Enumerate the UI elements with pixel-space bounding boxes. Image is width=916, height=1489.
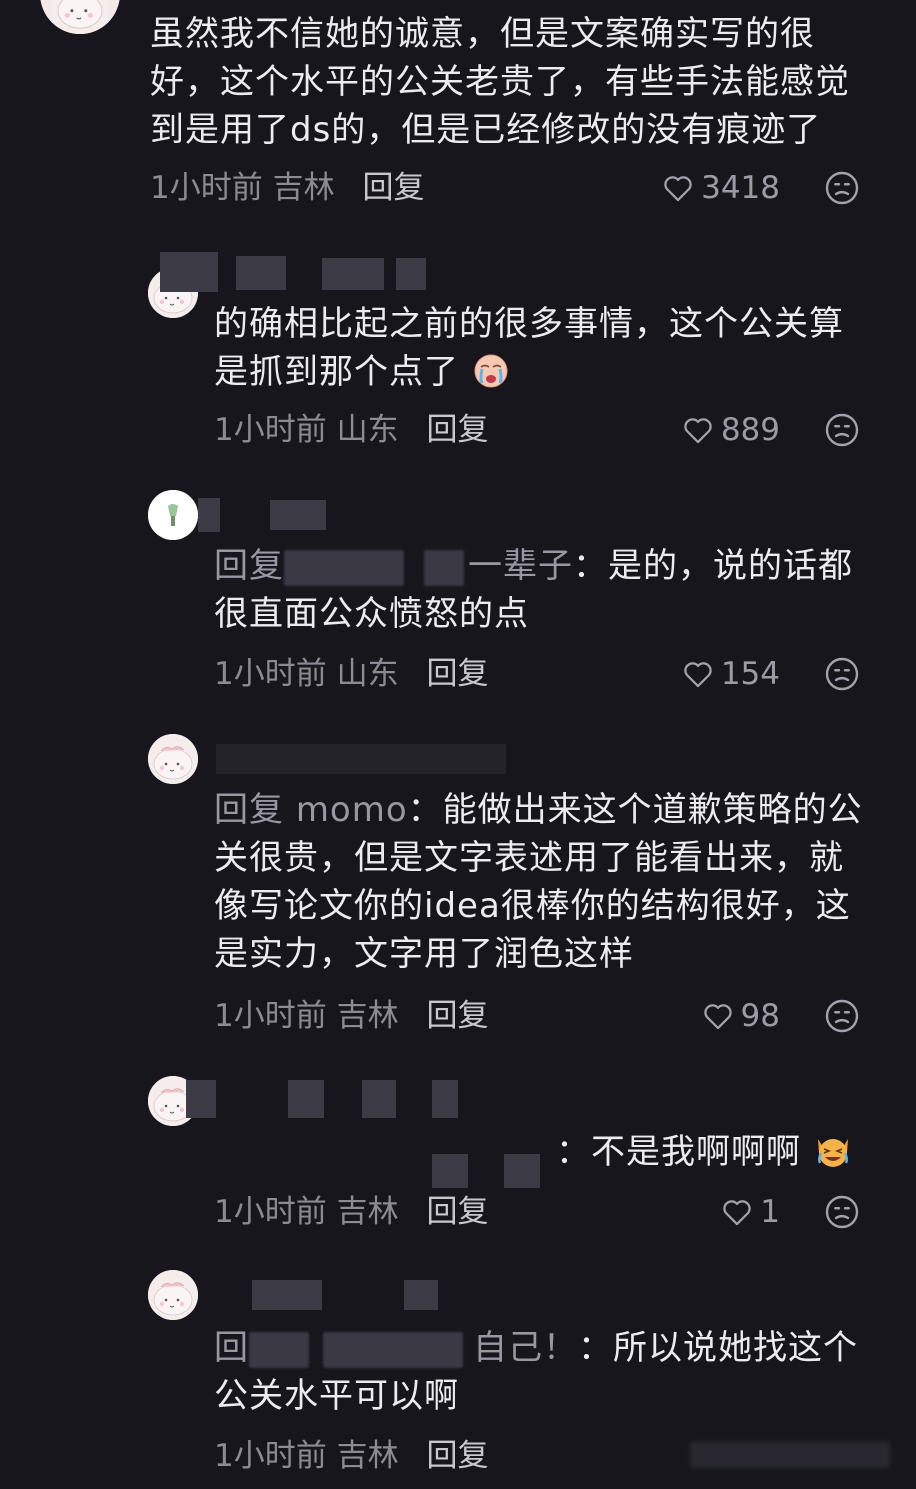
like-button[interactable]: 3418 (661, 166, 780, 210)
comment-time: 1小时前 (150, 170, 263, 206)
reply-button[interactable]: 回复 (426, 1438, 488, 1474)
like-count: 1 (760, 1194, 780, 1230)
username-blur (288, 1080, 324, 1118)
comment-location: 吉林 (272, 170, 335, 206)
dislike-face-icon[interactable] (824, 656, 860, 692)
reply-button[interactable]: 回复 (426, 412, 488, 448)
avatar-icon[interactable] (148, 490, 198, 540)
reply-target-name[interactable]: 一辈子 (468, 546, 573, 586)
comment-meta: 1小时前 山东 回复 (214, 652, 488, 696)
dislike-face-icon[interactable] (824, 412, 860, 448)
comment-meta: 1小时前 山东 回复 (214, 408, 488, 452)
heart-icon (661, 171, 695, 205)
comment-meta: 1小时前 吉林 回复 (214, 1434, 488, 1478)
comment-location: 山东 (336, 656, 399, 692)
username-blur (198, 498, 220, 532)
comment-time: 1小时前 (214, 998, 327, 1034)
comment-text: 回复 一辈子：是的，说的话都很直面公众愤怒的点 (214, 546, 853, 634)
like-button[interactable]: 154 (681, 652, 780, 696)
heart-icon (701, 999, 735, 1033)
comment-text: 的确相比起之前的很多事情，这个公关算是抓到那个点了 (214, 304, 844, 392)
watermark-blur (690, 1442, 890, 1468)
username-blur (270, 500, 326, 530)
heart-icon (681, 413, 715, 447)
like-count: 3418 (701, 170, 780, 206)
username-blur (186, 1080, 216, 1118)
like-button[interactable]: 889 (681, 408, 780, 452)
username-blur (160, 252, 218, 292)
comment-text: ：不是我啊啊啊 (556, 1128, 886, 1176)
username-blur (432, 1080, 458, 1118)
reply-button[interactable]: 回复 (426, 998, 488, 1034)
reply-target-name[interactable]: momo (296, 790, 408, 830)
username-blur (236, 256, 286, 290)
comment-meta: 1小时前 吉林 回复 (150, 166, 424, 210)
reply-target-blur (284, 549, 404, 586)
comment-text: 虽然我不信她的诚意，但是文案确实写的很好，这个水平的公关老贵了，有些手法能感觉到… (150, 14, 850, 150)
like-count: 98 (740, 998, 780, 1034)
dislike-face-icon[interactable] (824, 998, 860, 1034)
like-button[interactable]: 1 (720, 1190, 780, 1234)
reply-target-name[interactable]: 自己！ (473, 1328, 578, 1368)
comment-time: 1小时前 (214, 1194, 327, 1230)
username-blur (396, 258, 426, 290)
comment-text: 回复 momo：能做出来这个道歉策略的公关很贵，但是文字表述用了能看出来，就像写… (214, 790, 863, 974)
comment-meta: 1小时前 吉林 回复 (214, 994, 488, 1038)
reply-prefix: 回复 (214, 790, 284, 830)
reply-prefix: 回 (214, 1328, 249, 1368)
reply-button[interactable]: 回复 (426, 1194, 488, 1230)
comment-location: 吉林 (336, 998, 399, 1034)
reply-button[interactable]: 回复 (426, 656, 488, 692)
username-blur (216, 744, 506, 774)
laughing-cat-emoji (817, 1139, 848, 1167)
reply-target-blur (424, 549, 464, 586)
comment-meta: 1小时前 吉林 回复 (214, 1190, 488, 1234)
reply-button[interactable]: 回复 (362, 170, 424, 206)
username-blur (362, 1080, 396, 1118)
crying-face-emoji (474, 354, 508, 388)
heart-icon (720, 1195, 754, 1229)
comment-time: 1小时前 (214, 656, 327, 692)
like-count: 154 (720, 656, 780, 692)
like-count: 889 (720, 412, 780, 448)
reply-target-blur (432, 1154, 468, 1188)
username-blur (404, 1280, 438, 1310)
avatar-icon[interactable] (148, 1270, 198, 1320)
comment-text: 回自己！：所以说她找这个公关水平可以啊 (214, 1328, 858, 1416)
comment-location: 吉林 (336, 1194, 399, 1230)
reply-prefix: 回复 (214, 546, 284, 586)
comment-location: 山东 (336, 412, 399, 448)
comment-time: 1小时前 (214, 412, 327, 448)
avatar-icon[interactable] (148, 734, 198, 784)
heart-icon (681, 657, 715, 691)
reply-target-blur (249, 1331, 309, 1368)
reply-target-blur (323, 1331, 463, 1368)
dislike-face-icon[interactable] (824, 1194, 860, 1230)
comment-location: 吉林 (336, 1438, 399, 1474)
username-blur (252, 1280, 322, 1310)
comment-time: 1小时前 (214, 1438, 327, 1474)
dislike-face-icon[interactable] (824, 170, 860, 206)
reply-target-blur (504, 1154, 540, 1188)
like-button[interactable]: 98 (701, 994, 780, 1038)
username-blur (322, 258, 384, 290)
avatar-icon[interactable] (40, 0, 120, 34)
